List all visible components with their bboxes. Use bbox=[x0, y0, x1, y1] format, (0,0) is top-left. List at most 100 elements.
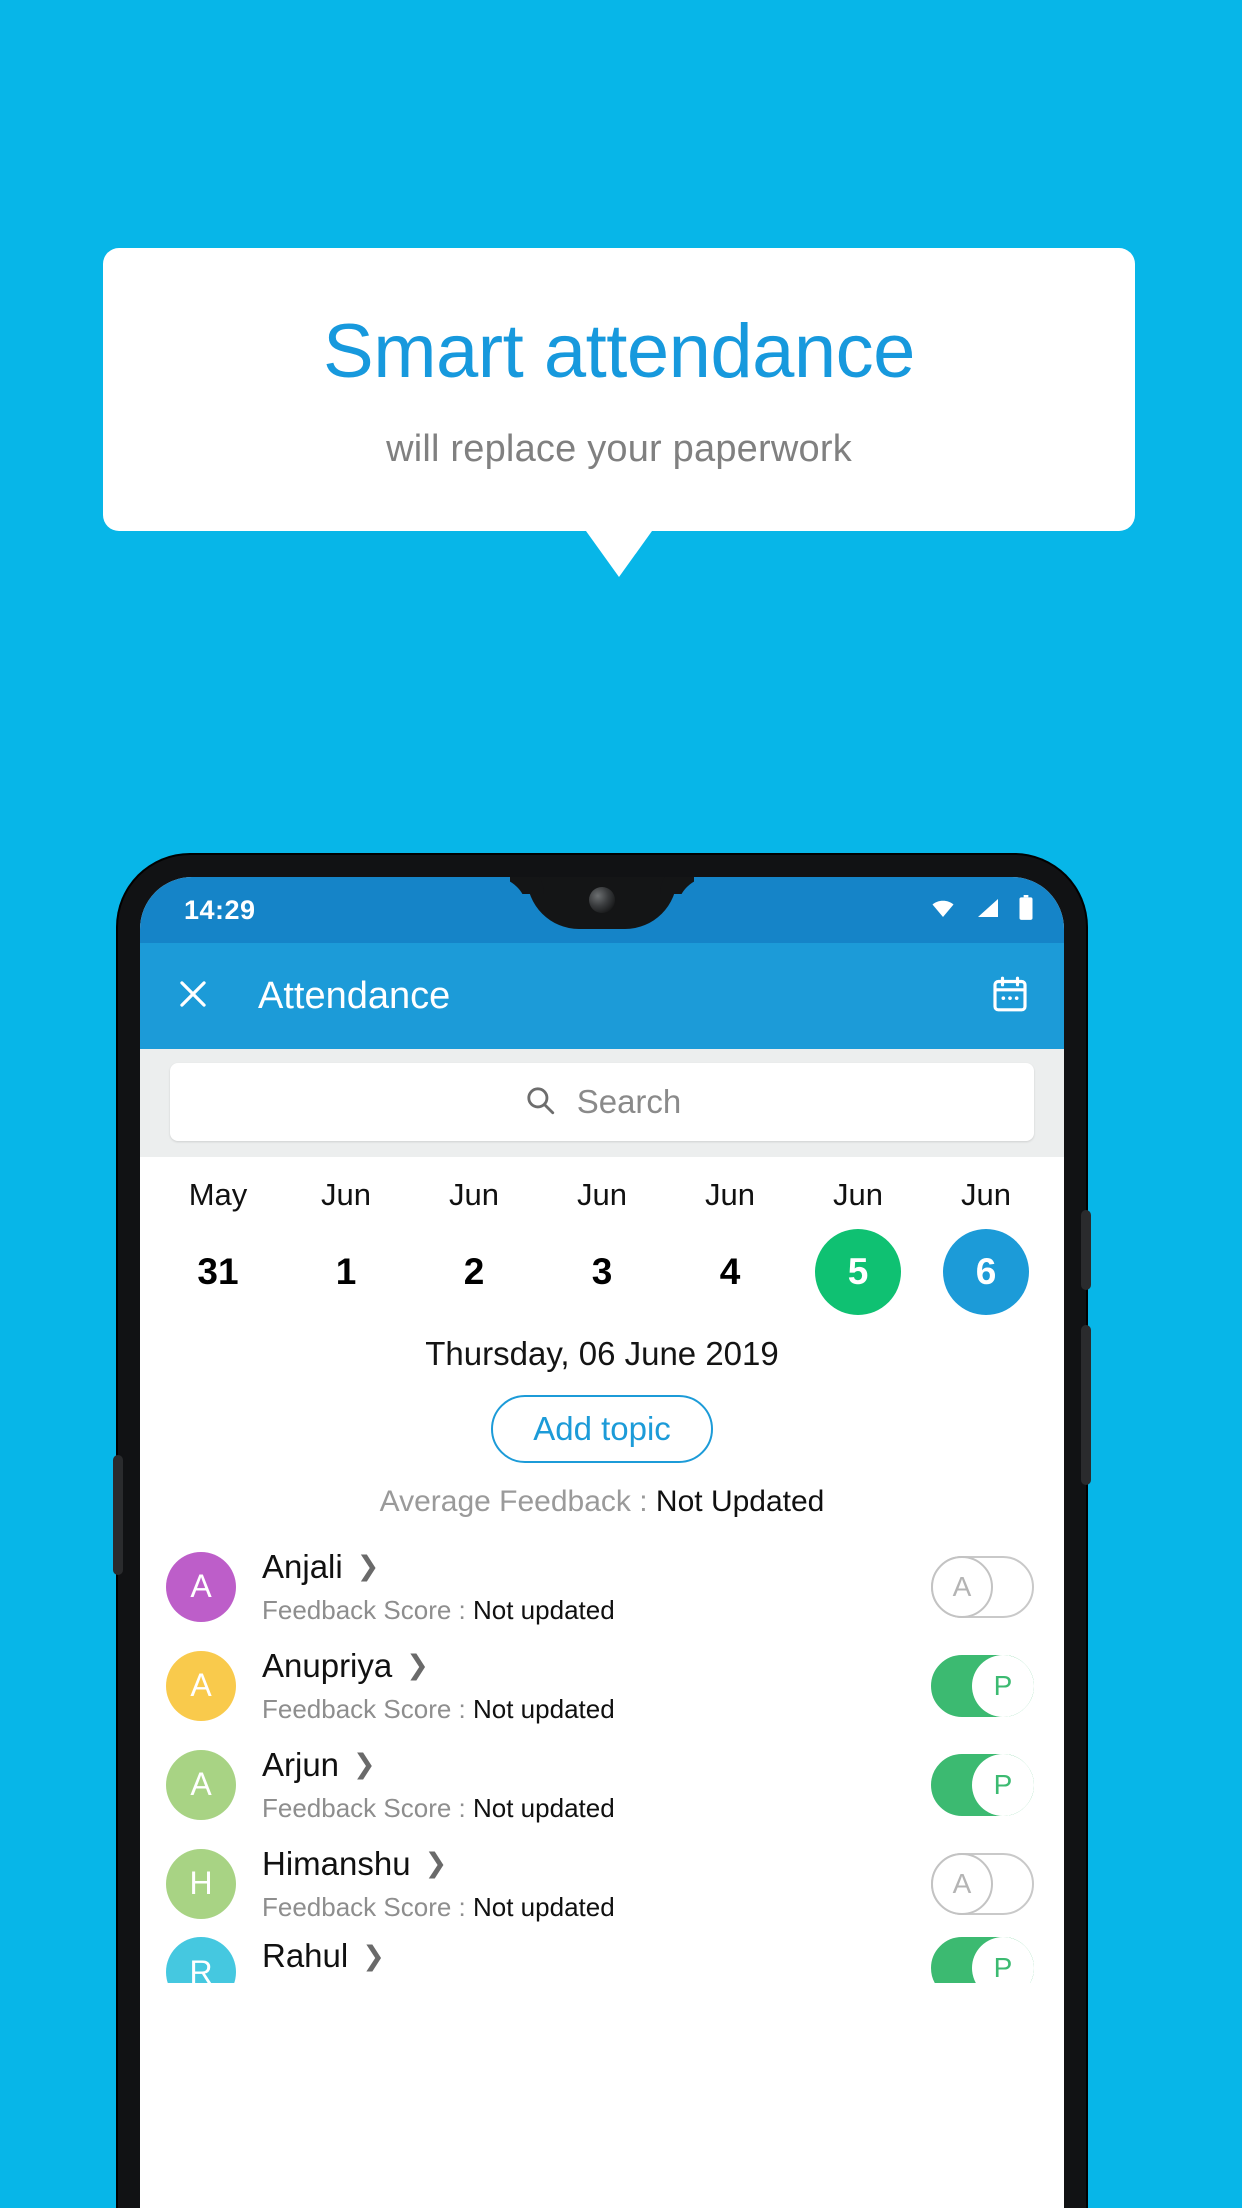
student-name-line: Anupriya ❯ bbox=[262, 1647, 931, 1685]
add-topic-button[interactable]: Add topic bbox=[491, 1395, 713, 1463]
date-number[interactable]: 4 bbox=[687, 1229, 773, 1315]
attendance-toggle[interactable]: P bbox=[931, 1654, 1034, 1717]
selected-date-label: Thursday, 06 June 2019 bbox=[425, 1335, 779, 1372]
student-texts: Anjali ❯ Feedback Score : Not updated bbox=[262, 1548, 931, 1626]
date-number-wrap: 1 bbox=[282, 1229, 410, 1315]
student-name-line: Rahul ❯ bbox=[262, 1937, 931, 1975]
student-row[interactable]: A Arjun ❯ Feedback Score : Not updated P bbox=[140, 1735, 1064, 1834]
date-number[interactable]: 1 bbox=[303, 1229, 389, 1315]
date-month: Jun bbox=[577, 1177, 627, 1212]
search-icon bbox=[523, 1083, 557, 1122]
speech-bubble-tail bbox=[586, 530, 652, 577]
attendance-toggle-knob: P bbox=[972, 1753, 1034, 1816]
avatar: A bbox=[166, 1551, 236, 1622]
average-feedback: Average Feedback : Not Updated bbox=[140, 1485, 1064, 1519]
search-zone: Search bbox=[140, 1049, 1064, 1157]
date-number-wrap: 3 bbox=[538, 1229, 666, 1315]
attendance-toggle-knob: P bbox=[972, 1937, 1034, 1983]
date-number-wrap: 2 bbox=[410, 1229, 538, 1315]
attendance-toggle-knob: P bbox=[972, 1654, 1034, 1717]
chevron-right-icon[interactable]: ❯ bbox=[357, 1553, 380, 1580]
feedback-score-label: Feedback Score : bbox=[262, 1693, 473, 1724]
feedback-score-label: Feedback Score : bbox=[262, 1891, 473, 1922]
status-bar: 14:29 bbox=[140, 877, 1064, 943]
feedback-score: Feedback Score : Not updated bbox=[262, 1892, 931, 1923]
date-month: May bbox=[188, 1177, 248, 1212]
student-row[interactable]: H Himanshu ❯ Feedback Score : Not updated A bbox=[140, 1834, 1064, 1933]
student-row[interactable]: RRahul❯Feedback Score : Not updatedP bbox=[140, 1933, 1064, 1983]
phone-left-button bbox=[113, 1455, 123, 1575]
phone-mockup: 14:29 Attendance Search May 31 Jun 1 Jun… bbox=[113, 855, 1091, 2208]
date-cell[interactable]: Jun 1 bbox=[282, 1177, 410, 1315]
attendance-toggle[interactable]: P bbox=[931, 1937, 1034, 1983]
wifi-icon bbox=[928, 896, 958, 925]
average-feedback-value: Not Updated bbox=[655, 1485, 825, 1518]
attendance-toggle-knob: A bbox=[931, 1852, 993, 1915]
close-icon[interactable] bbox=[174, 975, 212, 1018]
student-texts: Anupriya ❯ Feedback Score : Not updated bbox=[262, 1647, 931, 1725]
date-number[interactable]: 31 bbox=[175, 1229, 261, 1315]
status-time: 14:29 bbox=[184, 894, 256, 925]
feedback-score-value: Not updated bbox=[473, 1792, 615, 1823]
student-list: A Anjali ❯ Feedback Score : Not updated A A An… bbox=[140, 1537, 1064, 1983]
date-cell[interactable]: Jun 3 bbox=[538, 1177, 666, 1315]
date-cell[interactable]: Jun 2 bbox=[410, 1177, 538, 1315]
search-input[interactable]: Search bbox=[170, 1063, 1034, 1141]
student-row[interactable]: A Anjali ❯ Feedback Score : Not updated A bbox=[140, 1537, 1064, 1636]
feedback-score-label: Feedback Score : bbox=[262, 1594, 473, 1625]
student-name-line: Arjun ❯ bbox=[262, 1746, 931, 1784]
phone-power-button bbox=[1081, 1325, 1091, 1485]
camera-notch bbox=[527, 877, 677, 929]
date-month: Jun bbox=[833, 1177, 883, 1212]
student-name: Anjali bbox=[262, 1547, 343, 1585]
date-number-wrap: 31 bbox=[154, 1229, 282, 1315]
app-bar: Attendance bbox=[140, 943, 1064, 1049]
promo-banner: Smart attendance will replace your paper… bbox=[103, 248, 1135, 577]
date-cell[interactable]: Jun 6 bbox=[922, 1177, 1050, 1315]
date-cell[interactable]: Jun 4 bbox=[666, 1177, 794, 1315]
student-name-line: Himanshu ❯ bbox=[262, 1845, 931, 1883]
date-month: Jun bbox=[961, 1177, 1011, 1212]
date-number[interactable]: 6 bbox=[943, 1229, 1029, 1315]
chevron-right-icon[interactable]: ❯ bbox=[362, 1942, 385, 1970]
date-cell[interactable]: Jun 5 bbox=[794, 1177, 922, 1315]
student-name-line: Anjali ❯ bbox=[262, 1548, 931, 1586]
attendance-toggle[interactable]: A bbox=[931, 1852, 1034, 1915]
date-number-wrap: 4 bbox=[666, 1229, 794, 1315]
feedback-score-value: Not updated bbox=[473, 1891, 615, 1922]
avatar: A bbox=[166, 1749, 236, 1820]
chevron-right-icon[interactable]: ❯ bbox=[353, 1751, 376, 1778]
attendance-toggle[interactable]: A bbox=[931, 1555, 1034, 1618]
student-texts: Himanshu ❯ Feedback Score : Not updated bbox=[262, 1845, 931, 1923]
date-cell[interactable]: May 31 bbox=[154, 1177, 282, 1315]
feedback-score: Feedback Score : Not updated bbox=[262, 1793, 931, 1824]
feedback-score: Feedback Score : Not updated bbox=[262, 1595, 931, 1626]
promo-subtitle: will replace your paperwork bbox=[386, 427, 852, 470]
front-camera bbox=[589, 887, 615, 913]
search-placeholder: Search bbox=[576, 1083, 682, 1120]
feedback-score-value: Not updated bbox=[473, 1594, 615, 1625]
attendance-toggle[interactable]: P bbox=[931, 1753, 1034, 1816]
feedback-score-value: Not updated bbox=[473, 1693, 615, 1724]
chevron-right-icon[interactable]: ❯ bbox=[425, 1850, 448, 1877]
avatar: H bbox=[166, 1848, 236, 1919]
student-row[interactable]: A Anupriya ❯ Feedback Score : Not updated P bbox=[140, 1636, 1064, 1735]
date-month: Jun bbox=[449, 1177, 499, 1212]
status-icons bbox=[928, 894, 1034, 926]
avatar: R bbox=[166, 1937, 236, 1983]
chevron-right-icon[interactable]: ❯ bbox=[406, 1652, 429, 1679]
date-strip[interactable]: May 31 Jun 1 Jun 2 Jun 3 Jun 4 Jun 5 Jun 6 bbox=[140, 1157, 1064, 1319]
calendar-icon[interactable] bbox=[990, 974, 1030, 1019]
date-number[interactable]: 3 bbox=[559, 1229, 645, 1315]
date-number[interactable]: 2 bbox=[431, 1229, 517, 1315]
add-topic-wrap: Add topic bbox=[140, 1395, 1064, 1463]
student-name: Rahul bbox=[262, 1937, 349, 1974]
date-number-wrap: 6 bbox=[922, 1229, 1050, 1315]
average-feedback-label: Average Feedback : bbox=[379, 1485, 656, 1518]
date-number[interactable]: 5 bbox=[815, 1229, 901, 1315]
page-title: Attendance bbox=[258, 974, 451, 1017]
date-month: Jun bbox=[705, 1177, 755, 1212]
promo-card: Smart attendance will replace your paper… bbox=[103, 248, 1135, 577]
phone-screen: 14:29 Attendance Search May 31 Jun 1 Jun… bbox=[140, 877, 1064, 2208]
student-name: Himanshu bbox=[262, 1844, 411, 1882]
